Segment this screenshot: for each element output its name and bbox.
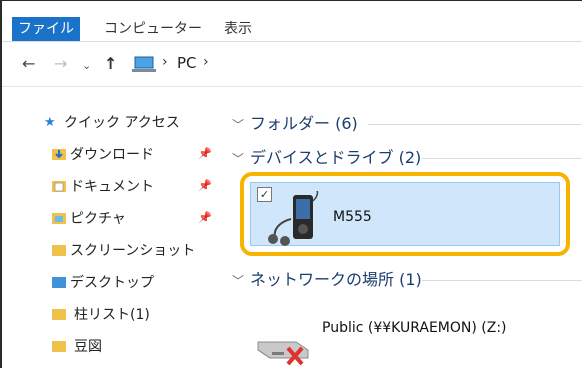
sidebar-item-documents[interactable]: ドキュメント 📌 xyxy=(2,176,220,198)
media-player-icon xyxy=(268,191,319,246)
sidebar-item-label: ダウンロード xyxy=(70,147,154,163)
sidebar-item-label: デスクトップ xyxy=(70,275,154,291)
group-label: デバイスとドライブ (2) xyxy=(250,148,422,167)
folder-icon xyxy=(52,245,66,256)
group-label: ネットワークの場所 (1) xyxy=(250,270,422,289)
pin-icon[interactable]: 📌 xyxy=(198,147,212,160)
sidebar-item-bean-diagram[interactable]: 豆図 xyxy=(2,336,220,358)
star-icon: ★ xyxy=(44,115,56,130)
pc-icon xyxy=(132,56,156,72)
tab-view[interactable]: 表示 xyxy=(224,19,252,39)
sidebar-item-desktop[interactable]: デスクトップ xyxy=(2,272,220,294)
tab-computer[interactable]: コンピューター xyxy=(104,19,202,39)
sidebar-item-label: ドキュメント xyxy=(70,179,154,195)
network-drive-disconnected-icon[interactable] xyxy=(252,328,312,368)
sidebar-item-screenshots[interactable]: スクリーンショット xyxy=(2,240,220,262)
sidebar-item-label: 柱リスト(1) xyxy=(74,307,150,323)
device-label: M555 xyxy=(333,209,372,225)
group-header-folders[interactable]: ﹀ フォルダー (6) xyxy=(222,112,582,136)
pin-icon[interactable]: 📌 xyxy=(198,211,212,224)
group-divider xyxy=(368,124,582,125)
chevron-down-icon: ﹀ xyxy=(232,152,245,166)
pictures-folder-icon xyxy=(52,213,66,224)
ribbon: ファイル コンピューター 表示 xyxy=(2,1,582,42)
group-header-devices[interactable]: ﹀ デバイスとドライブ (2) xyxy=(222,146,582,170)
sidebar-item-pictures[interactable]: ピクチャ 📌 xyxy=(2,208,220,230)
breadcrumb-separator-icon[interactable]: › xyxy=(203,54,209,70)
navigation-pane: ★ クイック アクセス ダウンロード 📌 ドキュメント 📌 ピクチャ 📌 スクリ… xyxy=(2,88,220,368)
desktop-folder-icon xyxy=(52,277,66,288)
folder-icon xyxy=(52,309,66,320)
forward-arrow-icon[interactable]: → xyxy=(54,54,67,74)
sidebar-item-downloads[interactable]: ダウンロード 📌 xyxy=(2,144,220,166)
sidebar-item-label: スクリーンショット xyxy=(70,243,196,259)
device-item[interactable]: ✓ M555 xyxy=(250,182,560,246)
recent-locations-icon[interactable]: ⌄ xyxy=(82,56,91,76)
download-folder-icon xyxy=(52,149,66,160)
folder-icon xyxy=(52,341,66,352)
device-tile-highlight[interactable]: ✓ M555 xyxy=(240,172,570,256)
sidebar-item-label: ピクチャ xyxy=(70,211,126,227)
group-divider xyxy=(422,158,582,159)
group-label: フォルダー (6) xyxy=(250,114,358,133)
sidebar-item-label: 豆図 xyxy=(74,339,102,355)
sidebar-item-label: クイック アクセス xyxy=(64,115,180,131)
content-pane: ﹀ フォルダー (6) ﹀ デバイスとドライブ (2) ✓ M555 ﹀ ネット… xyxy=(222,88,582,368)
pin-icon[interactable]: 📌 xyxy=(198,179,212,192)
up-arrow-icon[interactable]: ↑ xyxy=(104,54,117,74)
breadcrumb-pc[interactable]: PC xyxy=(177,54,197,72)
chevron-down-icon: ﹀ xyxy=(232,274,245,288)
back-arrow-icon[interactable]: ← xyxy=(22,54,35,74)
address-bar: ← → ⌄ ↑ › PC › xyxy=(2,42,582,87)
breadcrumb-separator-icon: › xyxy=(162,54,168,70)
chevron-down-icon: ﹀ xyxy=(232,118,245,132)
group-divider xyxy=(422,280,582,281)
sidebar-item-pillar-list[interactable]: 柱リスト(1) xyxy=(2,304,220,326)
sidebar-item-quick-access[interactable]: ★ クイック アクセス xyxy=(2,112,220,134)
group-header-network[interactable]: ﹀ ネットワークの場所 (1) xyxy=(222,268,582,292)
tab-file[interactable]: ファイル xyxy=(12,17,80,41)
network-location-label[interactable]: Public (¥¥KURAEMON) (Z:) xyxy=(322,320,507,336)
documents-folder-icon xyxy=(52,181,66,192)
